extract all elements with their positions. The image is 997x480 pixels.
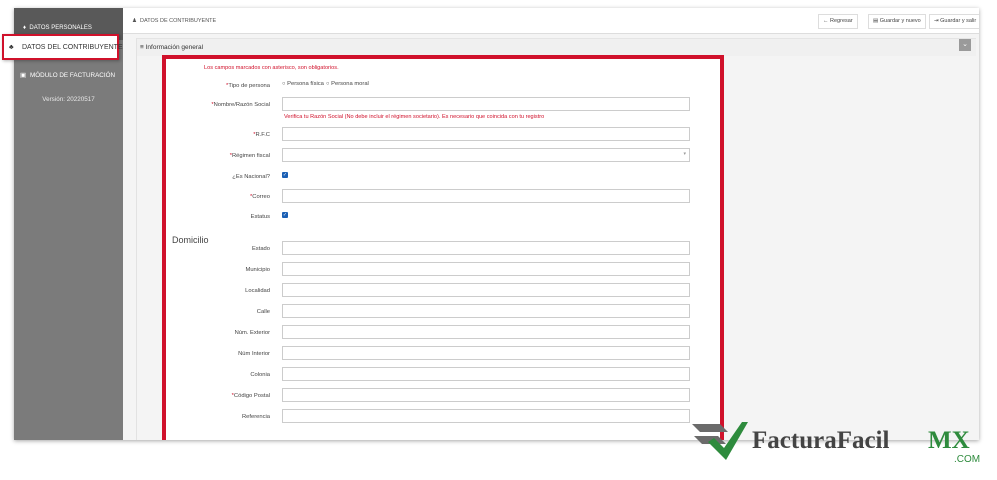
sidebar-item-label: DATOS PERSONALES bbox=[29, 25, 92, 31]
radio-label: Persona física bbox=[287, 81, 324, 87]
radio-icon: ○ bbox=[282, 81, 286, 87]
required-note: Los campos marcados con asterisco, son o… bbox=[204, 65, 339, 71]
chevron-down-icon: ▾ bbox=[683, 151, 686, 157]
regimen-select[interactable]: ▾ bbox=[282, 148, 690, 162]
user-icon: ♦ bbox=[23, 25, 27, 31]
label-nacional: ¿Es Nacional? bbox=[232, 174, 270, 180]
label-municipio: Municipio bbox=[245, 267, 271, 273]
radio-persona-fisica[interactable]: ○ Persona física bbox=[282, 81, 324, 87]
logo-suffix: MX bbox=[928, 427, 970, 454]
num-interior-input[interactable] bbox=[282, 346, 690, 360]
document-icon: ▣ bbox=[20, 72, 26, 79]
save-new-button[interactable]: ▤ Guardar y nuevo bbox=[868, 14, 926, 29]
label-nombre: *Nombre/Razón Social bbox=[211, 102, 270, 108]
num-exterior-input[interactable] bbox=[282, 325, 690, 339]
label-rfc: *R.F.C bbox=[253, 132, 270, 138]
calle-input[interactable] bbox=[282, 304, 690, 318]
sidebar-item-label: MÓDULO DE FACTURACIÓN bbox=[30, 72, 116, 79]
radio-icon: ○ bbox=[326, 81, 330, 87]
codigo-postal-input[interactable] bbox=[282, 388, 690, 402]
label-calle: Calle bbox=[256, 309, 270, 315]
arrow-left-icon: ← bbox=[823, 18, 829, 24]
radio-persona-moral[interactable]: ○ Persona moral bbox=[326, 81, 369, 87]
colonia-input[interactable] bbox=[282, 367, 690, 381]
label-estatus: Estatus bbox=[250, 214, 270, 220]
version-label: Versión: 20220517 bbox=[42, 96, 95, 103]
label-num-exterior: Núm. Exterior bbox=[234, 330, 270, 336]
label-codigo-postal: *Código Postal bbox=[231, 393, 270, 399]
users-icon: ♣ bbox=[9, 44, 14, 51]
sidebar: ♦ DATOS PERSONALES ▣ MÓDULO DE FACTURACI… bbox=[14, 8, 123, 440]
nombre-note: Verifica tu Razón Social (No debe inclui… bbox=[284, 114, 545, 120]
label-estado: Estado bbox=[251, 246, 270, 252]
label-colonia: Colonia bbox=[250, 372, 270, 378]
label-correo: *Correo bbox=[250, 194, 270, 200]
breadcrumb-label: DATOS DE CONTRIBUYENTE bbox=[140, 18, 217, 24]
label-tipo-persona: *Tipo de persona bbox=[226, 83, 270, 89]
save-icon: ▤ bbox=[873, 18, 879, 24]
top-toolbar: ♟ DATOS DE CONTRIBUYENTE ← Regresar ▤ Gu… bbox=[123, 8, 979, 34]
correo-input[interactable] bbox=[282, 189, 690, 203]
exit-icon: ⇥ bbox=[934, 18, 939, 24]
panel-title: Información general bbox=[145, 44, 204, 51]
localidad-input[interactable] bbox=[282, 283, 690, 297]
section-domicilio: Domicilio bbox=[172, 235, 209, 245]
nacional-checkbox[interactable]: ✓ bbox=[282, 172, 288, 178]
save-exit-label: Guardar y salir bbox=[940, 18, 977, 24]
breadcrumb: ♟ DATOS DE CONTRIBUYENTE bbox=[132, 18, 216, 24]
logo-text: FacturaFacil bbox=[752, 427, 890, 454]
user-icon: ♟ bbox=[132, 18, 137, 24]
chevron-down-icon: ⌄ bbox=[962, 41, 968, 48]
collapse-button[interactable]: ⌄ bbox=[959, 39, 971, 51]
estatus-checkbox[interactable]: ✓ bbox=[282, 212, 288, 218]
facturafacil-logo: FacturaFacil MX .COM bbox=[692, 422, 980, 465]
menu-icon: ≡ bbox=[140, 44, 144, 51]
app-window: ♦ DATOS PERSONALES ▣ MÓDULO DE FACTURACI… bbox=[14, 8, 979, 440]
rfc-input[interactable] bbox=[282, 127, 690, 141]
save-new-label: Guardar y nuevo bbox=[879, 18, 921, 24]
back-button[interactable]: ← Regresar bbox=[818, 14, 858, 29]
panel-divider bbox=[136, 38, 137, 440]
panel-header[interactable]: ≡ Información general bbox=[136, 38, 976, 56]
label-referencia: Referencia bbox=[241, 414, 270, 420]
label-localidad: Localidad bbox=[245, 288, 270, 294]
label-regimen: *Régimen fiscal bbox=[229, 153, 270, 159]
municipio-input[interactable] bbox=[282, 262, 690, 276]
label-num-interior: Núm Interior bbox=[238, 351, 270, 357]
radio-label: Persona moral bbox=[331, 81, 369, 87]
save-exit-button[interactable]: ⇥ Guardar y salir bbox=[929, 14, 979, 29]
sidebar-item-label: DATOS DEL CONTRIBUYENTE bbox=[22, 44, 123, 51]
nombre-input[interactable] bbox=[282, 97, 690, 111]
back-label: Regresar bbox=[830, 18, 853, 24]
logo-domain: .COM bbox=[954, 454, 980, 465]
estado-input[interactable] bbox=[282, 241, 690, 255]
sidebar-item-datos-contribuyente[interactable]: ♣ DATOS DEL CONTRIBUYENTE bbox=[2, 34, 123, 60]
referencia-input[interactable] bbox=[282, 409, 690, 423]
